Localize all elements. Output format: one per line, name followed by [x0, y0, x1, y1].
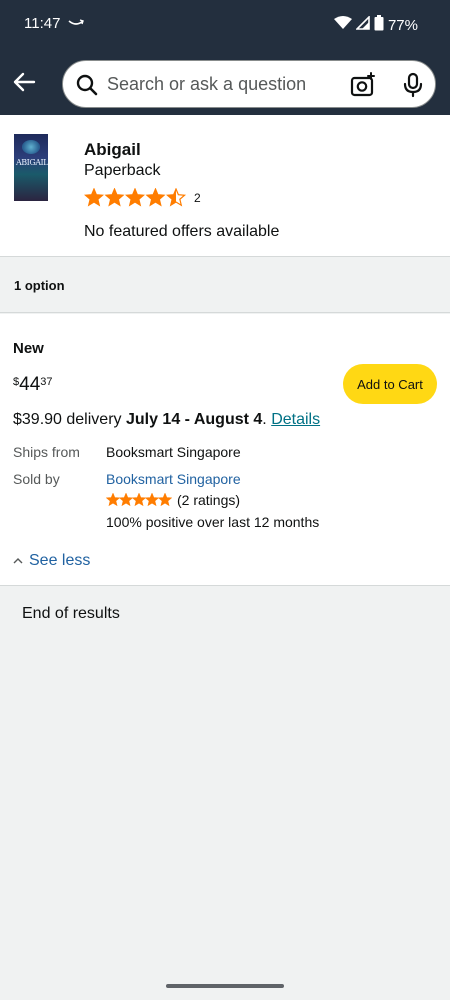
product-title[interactable]: Abigail — [84, 140, 141, 160]
battery-icon — [374, 15, 384, 35]
star-icon — [145, 188, 166, 207]
status-icons: 77% — [333, 15, 418, 35]
rating-count: 2 — [194, 191, 201, 205]
price-whole: 44 — [19, 374, 41, 395]
search-box[interactable] — [62, 60, 436, 108]
cover-title-text: ABIGAIL — [16, 158, 48, 167]
chevron-up-icon — [13, 552, 23, 570]
star-icon — [131, 493, 147, 507]
seller-positive-feedback: 100% positive over last 12 months — [106, 514, 320, 530]
product-cover-image[interactable]: ABIGAIL — [14, 134, 48, 201]
search-input[interactable] — [107, 61, 347, 107]
seller-rating[interactable]: (2 ratings) — [106, 492, 240, 508]
star-icon — [144, 493, 160, 507]
rating-stars — [84, 188, 187, 207]
product-format: Paperback — [84, 162, 161, 179]
ships-from-label: Ships from — [13, 444, 80, 460]
star-icon — [165, 188, 187, 207]
wifi-icon — [333, 16, 352, 34]
star-icon — [124, 188, 146, 207]
see-less-label: See less — [29, 552, 91, 569]
delivery-separator: . — [262, 411, 272, 428]
star-icon — [157, 493, 172, 507]
see-less-link[interactable]: See less — [13, 552, 90, 570]
gesture-nav-bar[interactable] — [166, 984, 284, 988]
end-of-results: End of results — [22, 605, 120, 622]
mic-icon[interactable] — [401, 72, 425, 103]
star-icon — [84, 188, 105, 207]
seller-ratings-count: (2 ratings) — [177, 492, 241, 508]
sold-by-label: Sold by — [13, 471, 60, 487]
add-to-cart-button[interactable]: Add to Cart — [343, 364, 437, 404]
search-icon — [75, 73, 99, 102]
status-bar: 11:47 77% — [0, 0, 450, 48]
options-count: 1 option — [14, 278, 65, 293]
ships-from-value: Booksmart Singapore — [106, 444, 241, 460]
delivery-info: $39.90 delivery July 14 - August 4. Deta… — [13, 411, 320, 429]
product-card: ABIGAIL Abigail Paperback 2 No featured … — [0, 115, 450, 257]
status-time: 11:47 — [24, 15, 61, 32]
star-icon — [118, 493, 134, 507]
back-arrow-icon[interactable] — [10, 68, 38, 96]
offer-condition: New — [13, 340, 44, 357]
seller-link[interactable]: Booksmart Singapore — [106, 471, 241, 487]
seller-rating-stars — [106, 493, 172, 507]
cover-art — [22, 140, 40, 154]
battery-percent: 77% — [387, 16, 418, 34]
signal-icon — [355, 15, 370, 34]
delivery-dates: July 14 - August 4 — [125, 411, 263, 428]
delivery-price: $39.90 delivery — [13, 411, 126, 428]
featured-offers-note: No featured offers available — [84, 223, 280, 240]
top-bar — [0, 48, 450, 115]
price-fraction: 37 — [40, 376, 53, 388]
camera-icon[interactable] — [350, 72, 376, 103]
star-icon — [106, 493, 121, 507]
details-link[interactable]: Details — [271, 411, 320, 428]
amazon-smile-icon — [68, 16, 84, 34]
product-rating[interactable]: 2 — [84, 188, 201, 208]
offer-price: $ 44 37 — [13, 374, 53, 395]
offer-card: New $ 44 37 Add to Cart $39.90 delivery … — [0, 314, 450, 586]
star-icon — [104, 188, 125, 207]
options-bar: 1 option — [0, 258, 450, 313]
